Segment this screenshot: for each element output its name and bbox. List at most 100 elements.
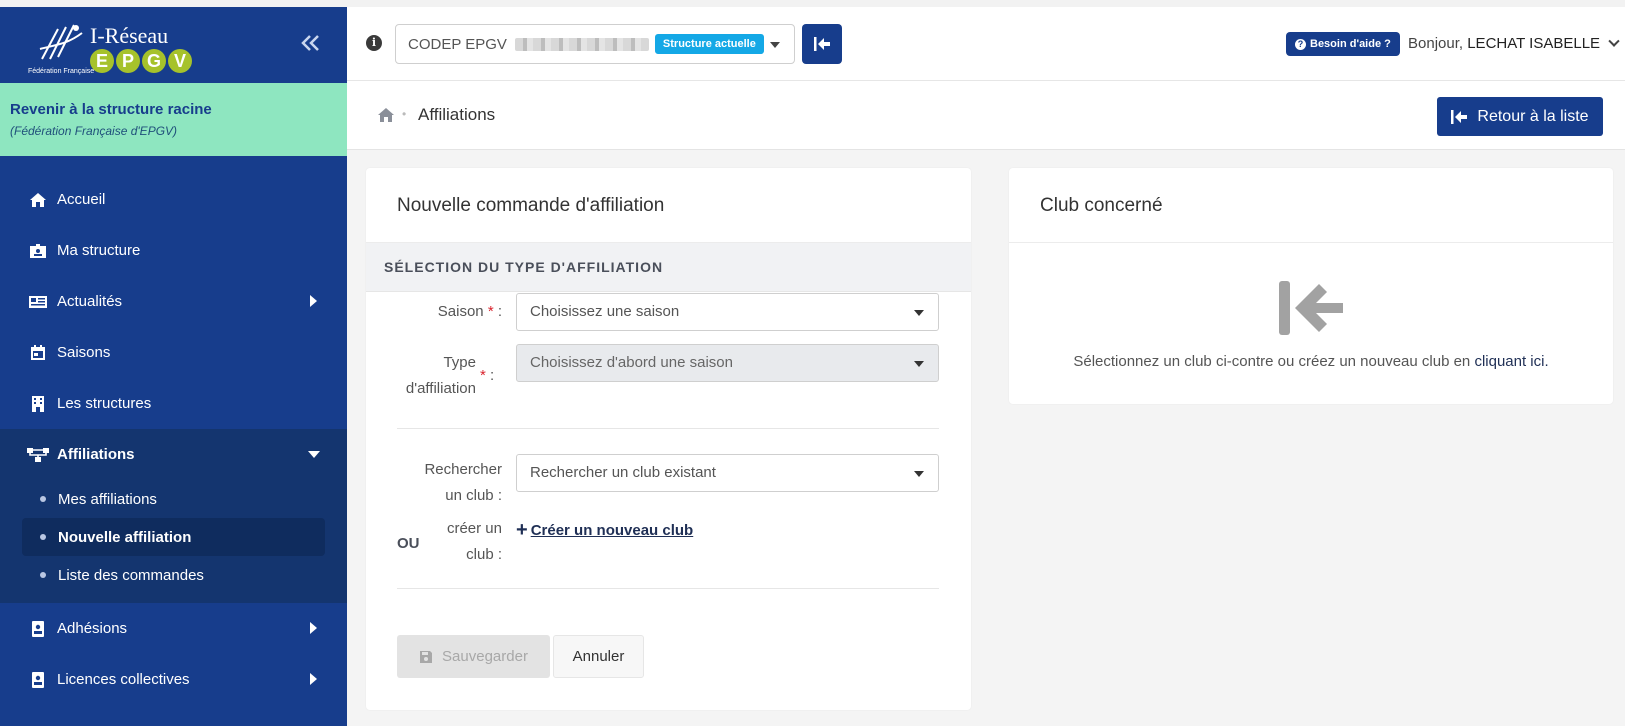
home-icon	[27, 191, 49, 209]
or-separator: OU	[397, 535, 420, 552]
section-title: SÉLECTION DU TYPE D'AFFILIATION	[366, 243, 971, 292]
sidebar-item-les-structures[interactable]: Les structures	[0, 378, 347, 429]
sidebar-item-adhesions[interactable]: Adhésions	[0, 603, 347, 654]
question-circle-icon: ?	[1295, 38, 1306, 50]
calendar-icon	[27, 344, 49, 362]
logo-title: I-Réseau	[90, 23, 169, 48]
back-to-list-button[interactable]: Retour à la liste	[1437, 97, 1603, 136]
divider	[397, 428, 939, 429]
chevron-down-icon	[1608, 35, 1620, 47]
sidebar-item-label: Saisons	[57, 344, 111, 361]
info-icon[interactable]: i	[366, 35, 382, 51]
root-link-subtitle: (Fédération Française d'EPGV)	[10, 124, 178, 138]
sidebar-subitem-mes-affiliations[interactable]: Mes affiliations	[0, 480, 325, 518]
sidebar-group-affiliations: Affiliations Mes affiliations Nouvelle a…	[0, 429, 347, 603]
home-icon[interactable]	[377, 107, 395, 123]
arrow-left-to-bar-icon	[814, 37, 830, 51]
search-club-label: Rechercher un club :	[424, 461, 502, 504]
logo-epgv: E P G V	[90, 49, 192, 73]
id-badge-icon	[27, 620, 49, 638]
search-club-select[interactable]: Rechercher un club existant	[516, 454, 939, 492]
sidebar-item-label: Les structures	[57, 395, 152, 412]
page-title: Affiliations	[418, 105, 496, 124]
caret-right-icon	[310, 622, 317, 634]
type-affiliation-label: Type d'affiliation	[405, 354, 476, 397]
root-structure-link[interactable]: Revenir à la structure racine (Fédératio…	[0, 83, 347, 156]
sidebar-item-label: Affiliations	[57, 446, 135, 463]
floppy-disk-icon	[420, 650, 433, 663]
card-title: Nouvelle commande d'affiliation	[366, 168, 971, 243]
sidebar-item-label: Actualités	[57, 293, 123, 310]
user-menu[interactable]: Bonjour, LECHAT ISABELLE	[1408, 35, 1620, 52]
switch-structure-back-button[interactable]	[802, 24, 842, 64]
brand: I-Réseau E P G V Fédération Française	[0, 7, 347, 83]
logo-letter-p: P	[116, 49, 140, 73]
newspaper-icon	[27, 293, 49, 311]
sidebar-item-label: Accueil	[57, 191, 106, 208]
cancel-button[interactable]: Annuler	[553, 635, 644, 678]
topbar: i CODEP EPGV Structure actuelle ? Besoin…	[347, 7, 1625, 81]
id-card-icon	[27, 242, 49, 260]
logo[interactable]: I-Réseau E P G V Fédération Française	[28, 21, 192, 75]
caret-down-icon	[914, 361, 924, 367]
type-affiliation-select[interactable]: Choisissez d'abord une saison	[516, 344, 939, 382]
sitemap-icon	[27, 446, 49, 464]
user-name: LECHAT ISABELLE	[1467, 35, 1601, 52]
structure-prefix: CODEP EPGV	[408, 35, 507, 53]
sidebar-item-saisons[interactable]: Saisons	[0, 327, 347, 378]
logo-letter-g: G	[142, 49, 166, 73]
building-icon	[27, 395, 49, 413]
type-required-marker: * :	[480, 367, 495, 384]
saison-placeholder: Choisissez une saison	[530, 303, 680, 320]
save-label: Sauvegarder	[442, 648, 528, 665]
sidebar-item-actualites[interactable]: Actualités	[0, 276, 347, 327]
create-club-link[interactable]: + Créer un nouveau club	[516, 518, 693, 541]
saison-select[interactable]: Choisissez une saison	[516, 293, 939, 331]
caret-down-icon	[914, 471, 924, 477]
top-strip	[0, 0, 1625, 7]
double-chevron-left-icon	[301, 35, 319, 51]
back-to-list-label: Retour à la liste	[1477, 107, 1589, 125]
caret-down-icon	[308, 451, 320, 458]
caret-right-icon	[310, 295, 317, 307]
sidebar-item-ma-structure[interactable]: Ma structure	[0, 225, 347, 276]
sidebar-nav: Accueil Ma structure Actualités Saisons	[0, 174, 347, 705]
plus-icon: +	[516, 519, 528, 541]
search-club-placeholder: Rechercher un club existant	[530, 464, 716, 481]
arrow-left-to-bar-icon	[1451, 109, 1468, 124]
caret-down-icon	[770, 42, 780, 48]
click-here-link[interactable]: cliquant ici.	[1474, 353, 1548, 370]
collapse-sidebar-button[interactable]	[298, 31, 322, 55]
sidebar-item-licences-collectives[interactable]: Licences collectives	[0, 654, 347, 705]
sidebar-subitem-nouvelle-affiliation[interactable]: Nouvelle affiliation	[22, 518, 325, 556]
save-button[interactable]: Sauvegarder	[397, 635, 550, 678]
sidebar-item-accueil[interactable]: Accueil	[0, 174, 347, 225]
sidebar-subitem-liste-des-commandes[interactable]: Liste des commandes	[0, 556, 325, 594]
id-badge-icon	[27, 671, 49, 689]
breadcrumb-bar: • Affiliations Retour à la liste	[347, 81, 1625, 150]
type-placeholder: Choisissez d'abord une saison	[530, 354, 733, 371]
caret-right-icon	[310, 673, 317, 685]
breadcrumb-separator: •	[402, 107, 407, 121]
empty-club-message: Sélectionnez un club ci-contre ou créez …	[1073, 353, 1549, 370]
sidebar-item-affiliations[interactable]: Affiliations	[0, 429, 347, 480]
club-card: Club concerné Sélectionnez un club ci-co…	[1009, 168, 1613, 404]
arrow-left-to-bar-icon	[1279, 281, 1343, 335]
help-label: Besoin d'aide ?	[1310, 38, 1391, 50]
caret-down-icon	[914, 310, 924, 316]
divider	[397, 588, 939, 589]
sidebar-item-label: Licences collectives	[57, 671, 190, 688]
sidebar-item-label: Ma structure	[57, 242, 141, 259]
logo-letter-v: V	[168, 49, 192, 73]
greeting-prefix: Bonjour,	[1408, 35, 1464, 52]
structure-select[interactable]: CODEP EPGV Structure actuelle	[395, 24, 795, 64]
create-club-link-label: Créer un nouveau club	[530, 522, 694, 539]
card-title: Club concerné	[1009, 168, 1613, 243]
sidebar-item-label: Adhésions	[57, 620, 128, 637]
current-structure-badge: Structure actuelle	[654, 34, 764, 54]
logo-subtitle: Fédération Française	[28, 68, 95, 75]
help-button[interactable]: ? Besoin d'aide ?	[1286, 32, 1400, 56]
create-club-label: créer un club :	[446, 520, 502, 563]
sidebar: I-Réseau E P G V Fédération Française Re…	[0, 7, 347, 726]
structure-name-redacted	[514, 37, 649, 51]
